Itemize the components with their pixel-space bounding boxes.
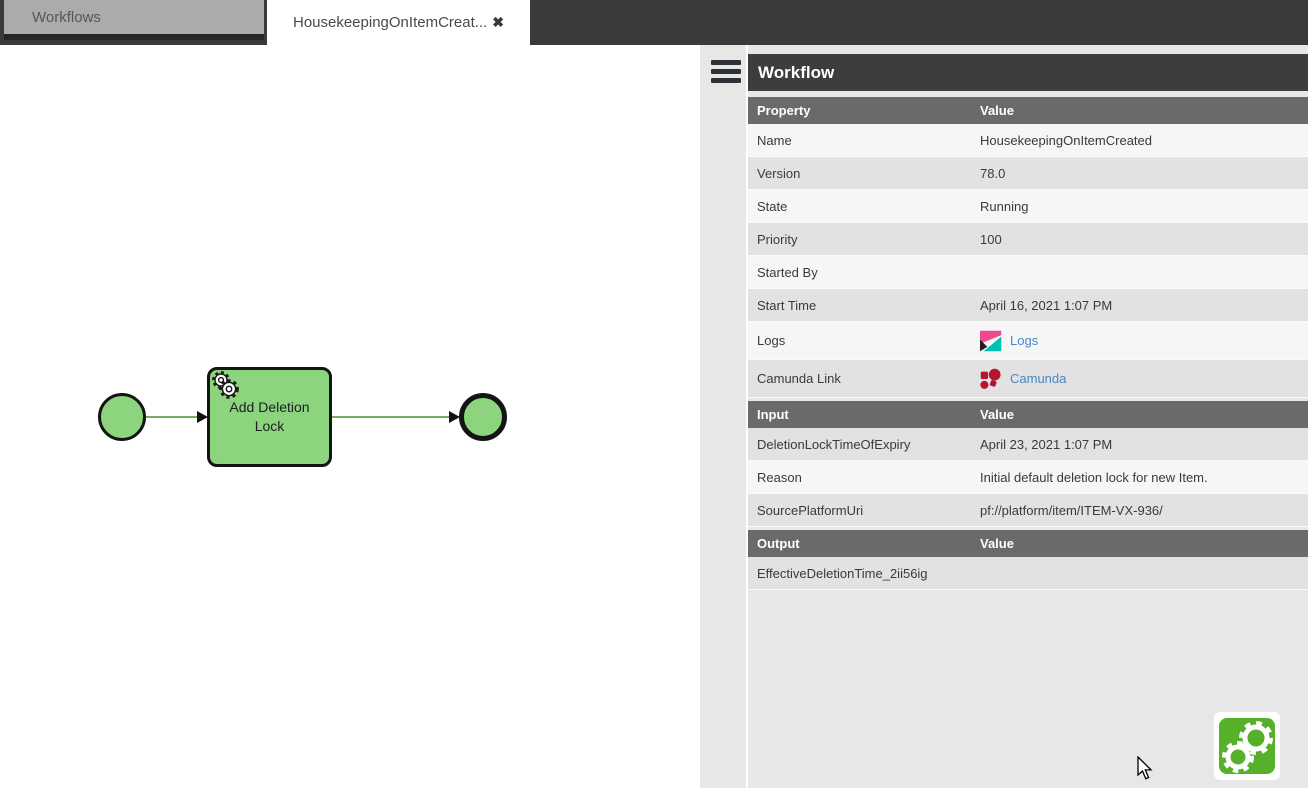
table-row-logs: Logs Logs (748, 322, 1308, 360)
input-header-property: Input (748, 407, 980, 422)
property-cell: Camunda Link (748, 371, 980, 386)
output-header-row: Output Value (748, 530, 1308, 557)
value-cell: April 16, 2021 1:07 PM (980, 298, 1308, 313)
value-cell: Initial default deletion lock for new It… (980, 470, 1308, 485)
property-cell: Logs (748, 333, 980, 348)
property-cell: Name (748, 133, 980, 148)
property-cell: State (748, 199, 980, 214)
close-icon[interactable]: ✖ (492, 14, 504, 31)
hamburger-menu-icon[interactable] (711, 60, 741, 86)
table-row-state: State Running (748, 190, 1308, 223)
tab-workflows[interactable]: Workflows (4, 0, 264, 40)
output-header-property: Output (748, 536, 980, 551)
property-cell: Priority (748, 232, 980, 247)
input-header-row: Input Value (748, 401, 1308, 428)
tab-workflows-label: Workflows (32, 9, 101, 26)
table-row-camunda-link: Camunda Link Camunda (748, 360, 1308, 398)
property-cell: DeletionLockTimeOfExpiry (748, 437, 980, 452)
table-row-reason: Reason Initial default deletion lock for… (748, 461, 1308, 494)
start-event-node[interactable] (98, 393, 146, 441)
property-cell: Reason (748, 470, 980, 485)
property-cell: Version (748, 166, 980, 181)
diagram-canvas: Add Deletion Lock (0, 45, 700, 812)
table-row-source-platform-uri: SourcePlatformUri pf://platform/item/ITE… (748, 494, 1308, 527)
property-cell: SourcePlatformUri (748, 503, 980, 518)
panel-title: Workflow (748, 54, 1308, 91)
gears-logo-icon (1219, 718, 1275, 774)
properties-header-value: Value (980, 103, 1308, 118)
sequence-flow-2 (332, 416, 450, 418)
properties-header-property: Property (748, 103, 980, 118)
camunda-icon (980, 368, 1002, 390)
property-cell: EffectiveDeletionTime_2ii56ig (748, 566, 980, 581)
task-label: Add Deletion Lock (218, 398, 322, 436)
table-row-priority: Priority 100 (748, 223, 1308, 256)
input-header-value: Value (980, 407, 1308, 422)
tab-bar: Workflows HousekeepingOnItemCreat... ✖ (0, 0, 1308, 45)
kibana-icon (980, 330, 1002, 352)
table-row-started-by: Started By (748, 256, 1308, 289)
table-row-effective-deletion-time: EffectiveDeletionTime_2ii56ig (748, 557, 1308, 590)
value-cell: 100 (980, 232, 1308, 247)
table-row-deletion-lock-expiry: DeletionLockTimeOfExpiry April 23, 2021 … (748, 428, 1308, 461)
property-cell: Start Time (748, 298, 980, 313)
property-cell: Started By (748, 265, 980, 280)
value-cell: HousekeepingOnItemCreated (980, 133, 1308, 148)
value-cell: Running (980, 199, 1308, 214)
panel-title-text: Workflow (758, 63, 834, 83)
table-row-name: Name HousekeepingOnItemCreated (748, 124, 1308, 157)
value-cell: pf://platform/item/ITEM-VX-936/ (980, 503, 1308, 518)
table-row-version: Version 78.0 (748, 157, 1308, 190)
tab-housekeeping[interactable]: HousekeepingOnItemCreat... ✖ (267, 0, 530, 45)
value-cell: 78.0 (980, 166, 1308, 181)
logs-link[interactable]: Logs (1010, 333, 1038, 348)
value-cell: April 23, 2021 1:07 PM (980, 437, 1308, 452)
workflow-property-table: Property Value Name HousekeepingOnItemCr… (748, 97, 1308, 590)
gears-app-logo (1214, 712, 1280, 780)
sequence-flow-1 (146, 416, 198, 418)
table-row-start-time: Start Time April 16, 2021 1:07 PM (748, 289, 1308, 322)
service-task-gear-icon (211, 371, 243, 401)
end-event-node[interactable] (459, 393, 507, 441)
camunda-link[interactable]: Camunda (1010, 371, 1066, 386)
properties-header-row: Property Value (748, 97, 1308, 124)
mouse-cursor (1137, 756, 1155, 782)
tab-housekeeping-label: HousekeepingOnItemCreat... (293, 14, 487, 31)
output-header-value: Value (980, 536, 1308, 551)
